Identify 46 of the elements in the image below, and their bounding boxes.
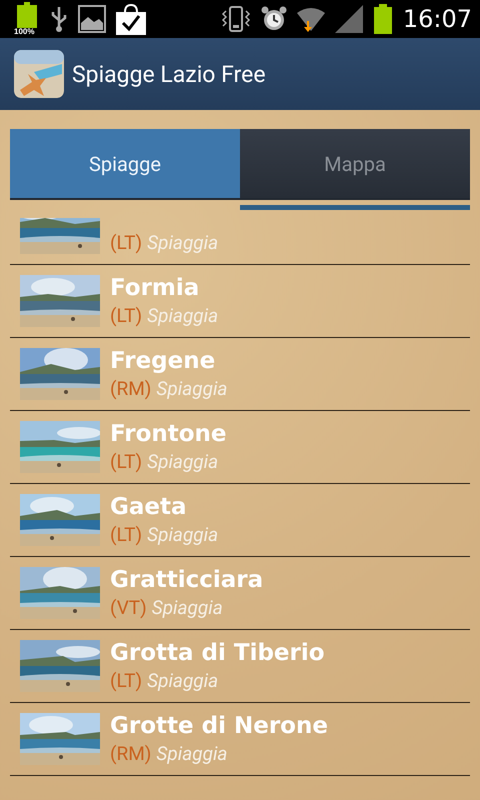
beach-name: Formia — [110, 274, 200, 302]
tab[interactable]: Mappa — [240, 129, 470, 200]
app-title: Spiagge Lazio Free — [72, 60, 266, 88]
beach-name: Grotte di Nerone — [110, 712, 328, 740]
beach-type: Spiaggia — [147, 450, 218, 474]
beach-type: Spiaggia — [147, 523, 218, 547]
clock: 16:07 — [402, 5, 472, 33]
battery-percent: 100% — [14, 28, 34, 36]
beach-list-item[interactable]: Grotte di Nerone (RM) Spiaggia — [10, 703, 470, 776]
beach-name: Grotta di Tiberio — [110, 639, 325, 667]
shopping-bag-icon — [116, 3, 146, 35]
beach-type: Spiaggia — [147, 231, 218, 255]
province-code: (RM) — [110, 377, 152, 401]
province-code: (RM) — [110, 742, 152, 766]
beach-list-item[interactable]: Gratticciara (VT) Spiaggia — [10, 557, 470, 630]
beach-type: Spiaggia — [147, 669, 218, 693]
beach-list-item[interactable]: (LT) Spiaggia — [10, 218, 470, 265]
alarm-icon — [260, 5, 287, 33]
vibrate-icon — [220, 5, 251, 33]
beach-type: Spiaggia — [156, 742, 228, 766]
wifi-icon — [296, 5, 325, 33]
beach-list-item[interactable]: Gaeta (LT) Spiaggia — [10, 484, 470, 557]
province-code: (LT) — [110, 304, 142, 328]
beach-name: Gaeta — [110, 493, 188, 521]
image-icon — [78, 5, 106, 33]
beach-type: Spiaggia — [147, 304, 218, 328]
tab[interactable]: Spiagge — [10, 129, 240, 200]
beach-name: Fregene — [110, 347, 216, 375]
beach-type: Spiaggia — [156, 377, 228, 401]
battery-icon — [14, 2, 40, 28]
province-code: (LT) — [110, 450, 142, 474]
beach-type: Spiaggia — [152, 596, 223, 620]
signal-icon — [334, 5, 363, 33]
app-icon[interactable] — [14, 50, 64, 98]
province-code: (VT) — [110, 596, 147, 620]
beach-list-item[interactable]: Fregene (RM) Spiaggia — [10, 338, 470, 411]
beach-name: Frontone — [110, 420, 227, 448]
beach-list-item[interactable]: Frontone (LT) Spiaggia — [10, 411, 470, 484]
beach-list-item[interactable]: Grotta di Tiberio (LT) Spiaggia — [10, 630, 470, 703]
province-code: (LT) — [110, 523, 142, 547]
province-code: (LT) — [110, 231, 142, 255]
beach-list-item[interactable]: Formia (LT) Spiaggia — [10, 265, 470, 338]
province-code: (LT) — [110, 669, 142, 693]
usb-icon — [50, 6, 68, 32]
battery-icon — [372, 4, 393, 34]
beach-name: Gratticciara — [110, 566, 264, 594]
